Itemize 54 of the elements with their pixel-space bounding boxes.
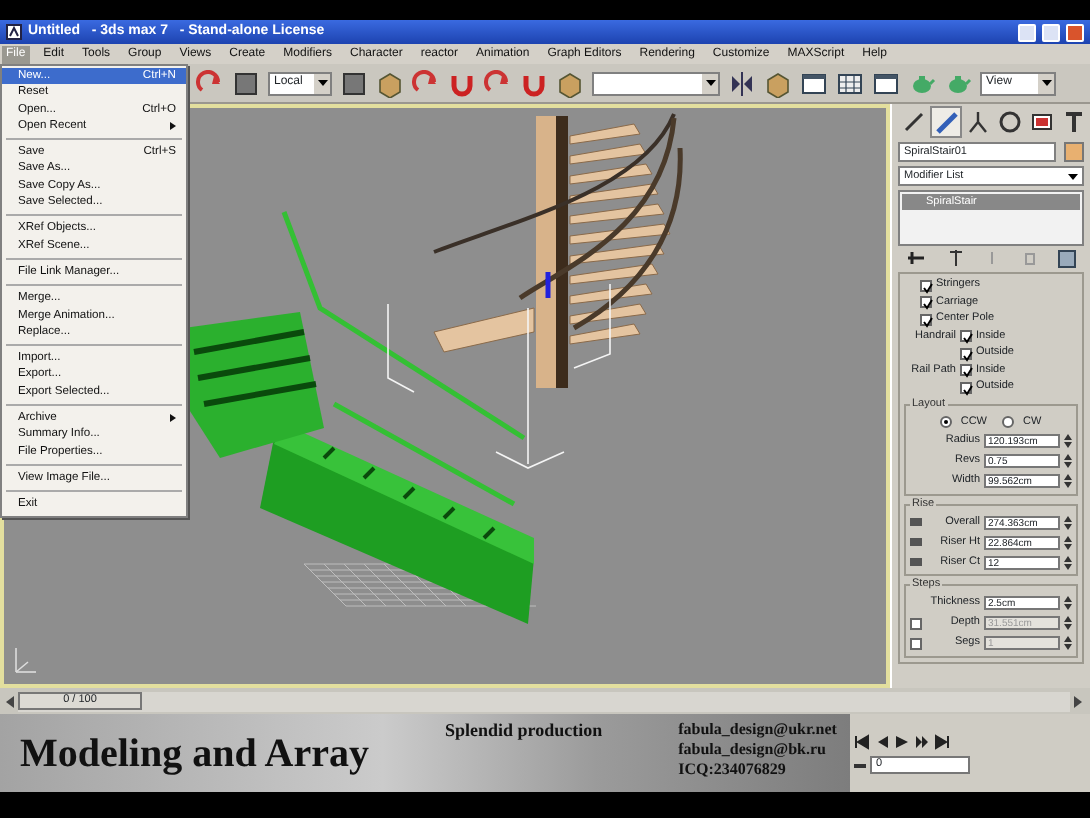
close-button[interactable]: [1066, 23, 1084, 41]
checkbox[interactable]: [920, 313, 932, 326]
contact-text: fabula_design@bk.ru: [678, 740, 828, 758]
monitor-icon: [1030, 110, 1054, 134]
left-arrow-icon[interactable]: [6, 695, 14, 707]
contact-text: ICQ:234076829: [678, 760, 788, 778]
checkbox[interactable]: [920, 296, 932, 309]
checkbox[interactable]: [960, 347, 972, 360]
dropdown-arrow-icon: [1068, 173, 1078, 179]
color-swatch[interactable]: [1064, 142, 1084, 162]
spinner-arrows-icon[interactable]: [1064, 454, 1072, 469]
axis-tripod-icon: [15, 647, 37, 673]
dropdown-arrow-icon: [705, 80, 715, 86]
square-icon[interactable]: [340, 69, 368, 97]
table-icon[interactable]: [836, 69, 864, 97]
spinner-arrows-icon[interactable]: [1064, 535, 1072, 550]
spinner-arrows-icon[interactable]: [1064, 474, 1072, 489]
maximize-button[interactable]: [1042, 23, 1060, 41]
radio-button[interactable]: [1002, 415, 1015, 428]
spinner-arrows-icon[interactable]: [1064, 555, 1072, 570]
selection-set-dropdown[interactable]: [592, 71, 720, 95]
wrench-icon: [934, 110, 958, 134]
spinner-arrows-icon[interactable]: [1064, 596, 1072, 611]
square-icon[interactable]: [232, 69, 260, 97]
next-frame-icon[interactable]: [914, 734, 930, 750]
line-icon: [902, 110, 926, 134]
mirror-icon[interactable]: [728, 69, 756, 97]
contact-text: fabula_design@ukr.net: [678, 720, 837, 738]
checkbox[interactable]: [920, 279, 932, 292]
play-icon[interactable]: [894, 734, 910, 750]
radio-button[interactable]: [940, 415, 953, 428]
checkbox[interactable]: [960, 330, 972, 343]
skip-start-icon[interactable]: [854, 734, 870, 750]
panel-tab[interactable]: [994, 106, 1026, 138]
window-icon[interactable]: [872, 69, 900, 97]
curved-arrow-icon[interactable]: [484, 69, 512, 97]
spinner-arrows-icon[interactable]: [1064, 616, 1072, 631]
dropdown-arrow-icon: [1041, 80, 1051, 86]
circle-icon: [998, 110, 1022, 134]
spinner-arrows-icon[interactable]: [1064, 636, 1072, 651]
spinner-arrows-icon[interactable]: [1064, 515, 1072, 530]
caption-credit: Splendid production: [444, 720, 603, 742]
app-icon: [6, 24, 22, 40]
previous-frame-icon[interactable]: [874, 734, 890, 750]
checkbox[interactable]: [960, 381, 972, 394]
curved-arrow-icon[interactable]: [412, 69, 440, 97]
right-arrow-icon[interactable]: [1074, 695, 1082, 707]
checkbox[interactable]: [960, 364, 972, 377]
minimize-button[interactable]: [1018, 23, 1036, 41]
caption-title: Modeling and Array: [20, 729, 369, 777]
dropdown-arrow-icon: [317, 80, 327, 86]
window-icon[interactable]: [800, 69, 828, 97]
skip-end-icon[interactable]: [934, 734, 950, 750]
spinner-arrows-icon[interactable]: [1064, 434, 1072, 449]
